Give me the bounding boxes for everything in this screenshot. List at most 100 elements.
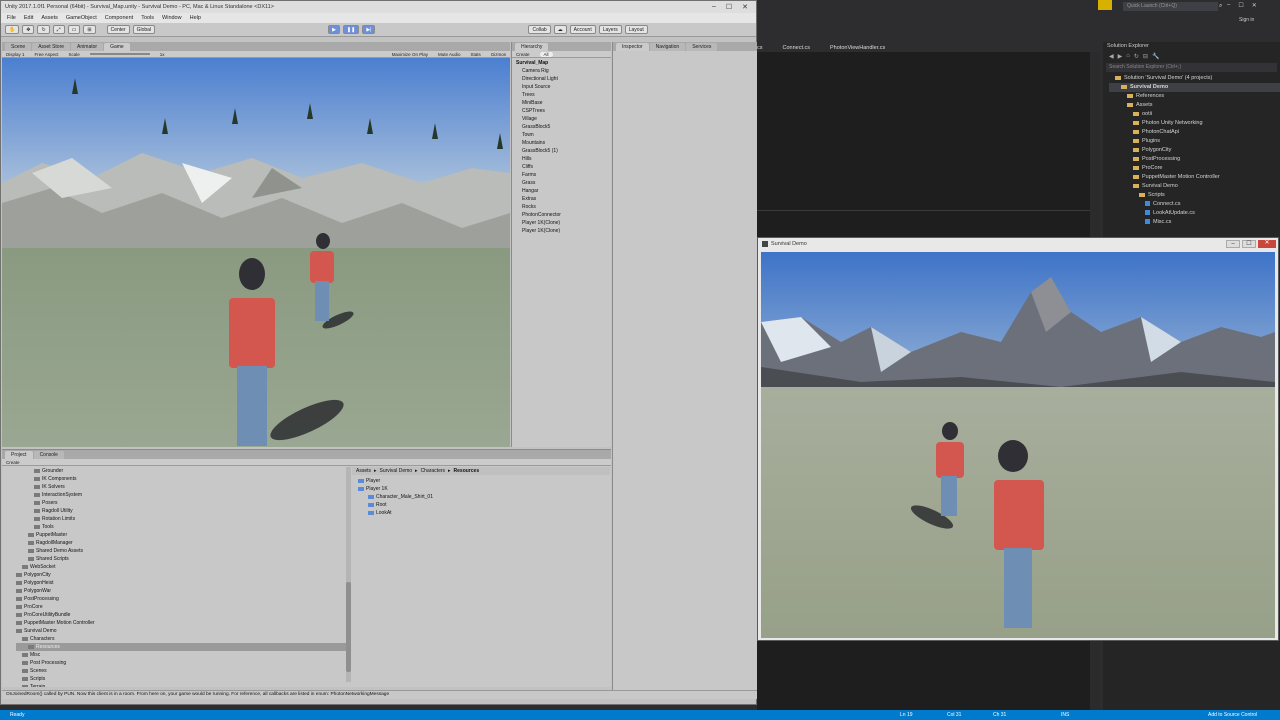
hierarchy-item[interactable]: Town: [516, 131, 611, 139]
menu-tools[interactable]: Tools: [141, 15, 154, 21]
solution-folder[interactable]: Assets: [1109, 101, 1280, 110]
hierarchy-item[interactable]: Rocks: [516, 203, 611, 211]
tab-scene[interactable]: Scene: [5, 43, 32, 51]
forward-icon[interactable]: ▶: [1118, 53, 1123, 60]
hierarchy-item[interactable]: Hangar: [516, 187, 611, 195]
home-icon[interactable]: ⌂: [1126, 53, 1130, 59]
layout-button[interactable]: Layout: [624, 25, 648, 34]
project-folder[interactable]: Resources: [16, 643, 347, 651]
hierarchy-item[interactable]: GrassBlock5 (1): [516, 147, 611, 155]
project-folder[interactable]: Scripts: [16, 675, 347, 683]
rotate-tool-icon[interactable]: ↻: [37, 25, 50, 34]
file-lookat[interactable]: LookAt: [358, 509, 610, 517]
project-folder[interactable]: ProCoreUtilityBundle: [16, 611, 347, 619]
project-folder[interactable]: Misc: [16, 651, 347, 659]
breadcrumb-assets[interactable]: Assets: [356, 468, 371, 474]
project-folder[interactable]: WebSocket: [16, 563, 347, 571]
tab-photonviewhandler-cs[interactable]: PhotonViewHandler.cs: [830, 45, 885, 51]
tab-inspector[interactable]: Inspector: [616, 43, 649, 51]
pause-icon[interactable]: ❚❚: [342, 25, 360, 34]
menu-file[interactable]: File: [7, 15, 16, 21]
hierarchy-item[interactable]: Player 1K(Clone): [516, 227, 611, 235]
hierarchy-item[interactable]: Farms: [516, 171, 611, 179]
hierarchy-item[interactable]: PhotonConnector: [516, 211, 611, 219]
pivot-center-button[interactable]: Center: [106, 25, 130, 34]
file-player-1k[interactable]: Player 1K: [358, 485, 610, 493]
add-to-source-control[interactable]: Add to Source Control: [1208, 712, 1257, 718]
refresh-icon[interactable]: ↻: [1134, 53, 1139, 60]
project-folder[interactable]: Rotation Limits: [16, 515, 347, 523]
project-folder[interactable]: PuppetMaster: [16, 531, 347, 539]
sign-in-link[interactable]: Sign in: [1239, 17, 1254, 23]
move-tool-icon[interactable]: ✥: [22, 25, 35, 34]
project-folder[interactable]: RagdollManager: [16, 539, 347, 547]
transform-tool-icon[interactable]: ⊞: [83, 25, 96, 34]
solution-folder[interactable]: PhotonChatApi: [1109, 128, 1280, 137]
project-folder[interactable]: PostProcessing: [16, 595, 347, 603]
game-viewport[interactable]: [2, 58, 510, 447]
game-render-view[interactable]: [761, 252, 1275, 638]
solution-folder[interactable]: Photon Unity Networking: [1109, 119, 1280, 128]
project-folder[interactable]: Grounder: [16, 467, 347, 475]
tab-services[interactable]: Services: [686, 43, 718, 51]
stats-toggle[interactable]: Stats: [470, 52, 480, 57]
minimize-icon[interactable]: –: [1227, 2, 1230, 9]
file-player[interactable]: Player: [358, 477, 610, 485]
solution-folder[interactable]: Survival Demo: [1109, 182, 1280, 191]
scale-slider[interactable]: [89, 53, 150, 55]
menu-window[interactable]: Window: [162, 15, 182, 21]
gizmos-toggle[interactable]: Gizmos: [491, 52, 506, 57]
quick-launch-input[interactable]: Quick Launch (Ctrl+Q): [1123, 2, 1218, 11]
project-create-button[interactable]: Create: [6, 460, 20, 465]
project-folder[interactable]: Scenes: [16, 667, 347, 675]
project-folder[interactable]: Characters: [16, 635, 347, 643]
tab-game[interactable]: Game: [104, 43, 130, 51]
solution-search-input[interactable]: Search Solution Explorer (Ctrl+;): [1106, 63, 1277, 72]
hierarchy-item[interactable]: Cliffs: [516, 163, 611, 171]
tab-cs[interactable]: cs: [757, 45, 763, 51]
project-folder[interactable]: InteractionSystem: [16, 491, 347, 499]
hierarchy-create-button[interactable]: Create: [516, 52, 530, 57]
project-tree-scrollbar[interactable]: [346, 467, 351, 682]
collab-button[interactable]: Collab: [528, 25, 551, 34]
breadcrumb-characters[interactable]: Characters: [421, 468, 445, 474]
hierarchy-item[interactable]: Village: [516, 115, 611, 123]
menu-component[interactable]: Component: [105, 15, 133, 21]
project-folder[interactable]: IK Components: [16, 475, 347, 483]
hierarchy-item[interactable]: CSPTrees: [516, 107, 611, 115]
project-folder[interactable]: Ragdoll Utility: [16, 507, 347, 515]
tab-project[interactable]: Project: [5, 451, 33, 459]
solution-folder[interactable]: Solution 'Survival Demo' (4 projects): [1109, 74, 1280, 83]
solution-folder[interactable]: Survival Demo: [1109, 83, 1280, 92]
project-folder[interactable]: Shared Scripts: [16, 555, 347, 563]
hierarchy-item[interactable]: Mountains: [516, 139, 611, 147]
file-character-mesh[interactable]: Character_Male_Shirt_01: [358, 493, 610, 501]
hierarchy-search-input[interactable]: All: [539, 51, 553, 57]
menu-assets[interactable]: Assets: [41, 15, 58, 21]
play-icon[interactable]: ▶: [328, 25, 340, 34]
back-icon[interactable]: ◀: [1109, 53, 1114, 60]
breadcrumb-resources[interactable]: Resources: [454, 468, 480, 474]
tab-console[interactable]: Console: [33, 451, 64, 459]
project-folder[interactable]: ProCore: [16, 603, 347, 611]
feedback-icon[interactable]: [1098, 0, 1112, 10]
project-folder[interactable]: Posers: [16, 499, 347, 507]
minimize-icon[interactable]: –: [712, 3, 716, 11]
display-select[interactable]: Display 1: [6, 52, 25, 57]
minimize-icon[interactable]: –: [1226, 239, 1240, 248]
maximize-icon[interactable]: ☐: [726, 3, 732, 11]
solution-folder[interactable]: PuppetMaster Motion Controller: [1109, 173, 1280, 182]
menu-edit[interactable]: Edit: [24, 15, 33, 21]
maximize-on-play-toggle[interactable]: Maximize On Play: [392, 52, 428, 57]
project-folder[interactable]: Survival Demo: [16, 627, 347, 635]
solution-folder[interactable]: PolygonCity: [1109, 146, 1280, 155]
scale-tool-icon[interactable]: ⤢: [52, 25, 65, 34]
hierarchy-item[interactable]: Directional Light: [516, 75, 611, 83]
tab-connect-cs[interactable]: Connect.cs: [783, 45, 811, 51]
file-root[interactable]: Root: [358, 501, 610, 509]
console-status-line[interactable]: OnJoinedRoom() called by PUN. Now this c…: [2, 690, 757, 699]
solution-folder[interactable]: ProCore: [1109, 164, 1280, 173]
close-icon[interactable]: ✕: [742, 3, 748, 11]
project-folder[interactable]: Terrain: [16, 683, 347, 687]
account-button[interactable]: Account: [569, 25, 596, 34]
